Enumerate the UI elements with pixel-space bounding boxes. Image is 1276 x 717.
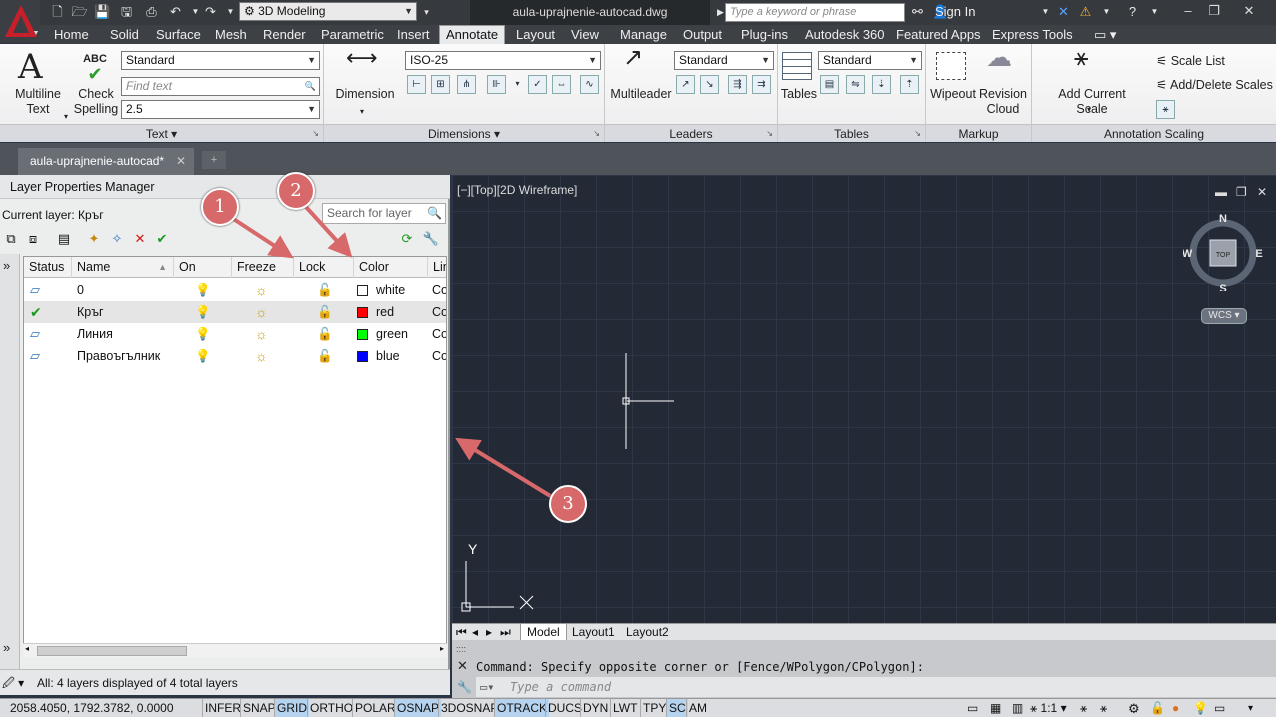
arrow-to-color-column: [304, 205, 353, 258]
callout-2: 2: [277, 172, 315, 210]
callout-1: 1: [201, 188, 239, 226]
arrow-to-panel-edge: [455, 437, 554, 499]
annotation-arrows: [230, 205, 554, 499]
autocad-window: 🗋 🗁 💾 🖫 ⎙ ↶ ▼ ↷ ▼ ⚙ 3D Modeling ▼ ▾ aula…: [0, 0, 1276, 717]
callout-3: 3: [549, 485, 587, 523]
arrow-to-lock-column: [230, 216, 294, 259]
